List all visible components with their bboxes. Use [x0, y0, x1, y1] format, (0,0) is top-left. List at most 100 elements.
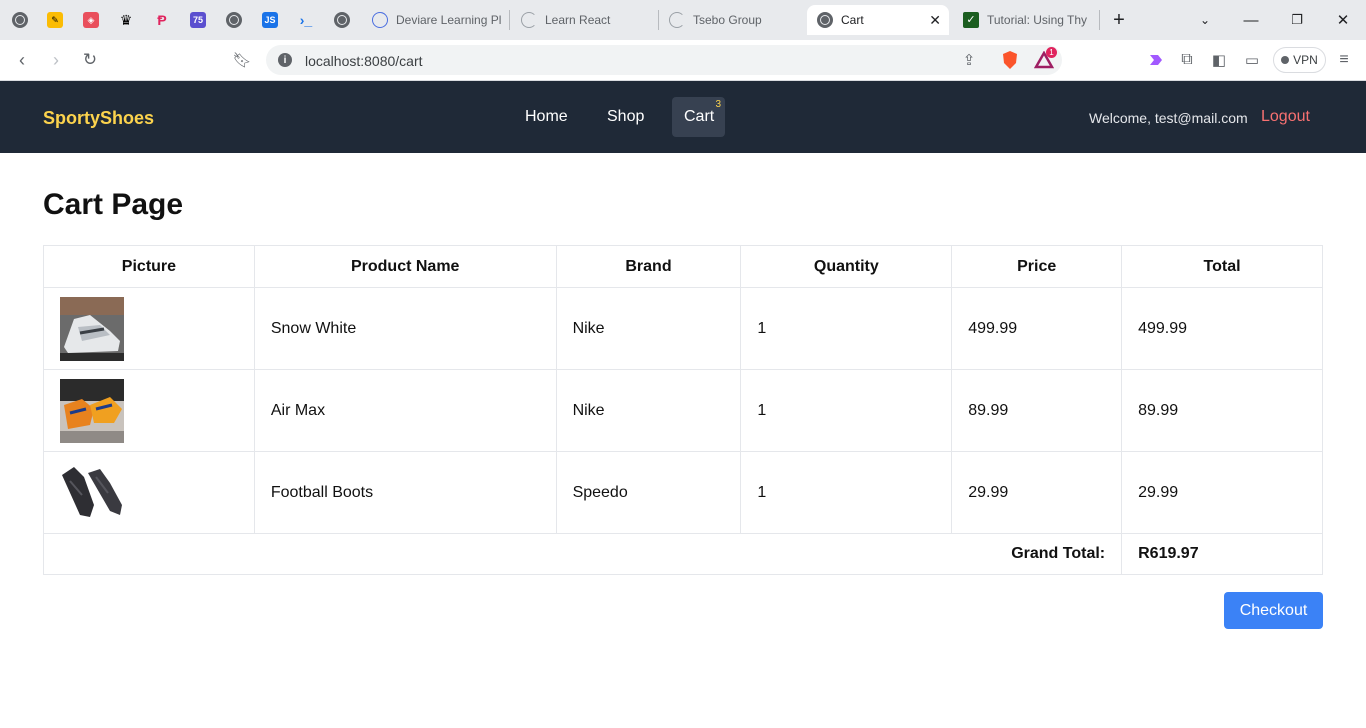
brand-cell: Nike — [555, 369, 742, 452]
table-row: Football Boots Speedo 1 29.99 29.99 — [43, 451, 1323, 534]
vpn-status-icon — [1281, 56, 1290, 64]
pinned-tab-cube[interactable]: ◈ — [77, 6, 105, 34]
brave-shield-icon[interactable] — [999, 49, 1021, 71]
brand-cell: Nike — [555, 287, 742, 370]
tab-tsebo[interactable]: Tsebo Group — [659, 5, 805, 35]
table-row: Air Max Nike 1 89.99 89.99 — [43, 369, 1323, 452]
menu-icon[interactable]: ≡ — [1332, 48, 1356, 72]
pinned-tab-calendar[interactable]: 75 — [184, 6, 212, 34]
rewards-badge: 1 — [1046, 47, 1057, 58]
brand-logo[interactable]: SportyShoes — [43, 108, 154, 129]
total-cell: 29.99 — [1121, 451, 1323, 534]
pinned-tab-globe-3[interactable] — [328, 6, 356, 34]
picture-cell — [43, 451, 255, 534]
wallet-icon[interactable]: ▭ — [1240, 48, 1264, 72]
column-header-brand: Brand — [555, 245, 742, 288]
calendar-icon: 75 — [190, 12, 206, 28]
bookmark-icon[interactable]: 🔖︎ — [230, 48, 254, 72]
address-bar[interactable]: i localhost:8080/cart ⇪ 1 — [266, 45, 1062, 75]
product-name-cell: Football Boots — [253, 451, 557, 534]
pencil-icon: ✎ — [47, 12, 63, 28]
pinned-tab-globe-2[interactable] — [220, 6, 248, 34]
welcome-text: Welcome, test@mail.com — [1089, 110, 1248, 126]
quantity-cell: 1 — [740, 287, 953, 370]
price-cell: 89.99 — [951, 369, 1123, 452]
total-cell: 499.99 — [1121, 287, 1323, 370]
cube-icon: ◈ — [83, 12, 99, 28]
checkout-button[interactable]: Checkout — [1224, 592, 1323, 629]
table-row: Snow White Nike 1 499.99 499.99 — [43, 287, 1323, 370]
loading-icon — [521, 12, 537, 28]
quantity-cell: 1 — [740, 369, 953, 452]
column-header-total: Total — [1121, 245, 1323, 288]
nav-home-link[interactable]: Home — [513, 97, 580, 137]
globe-icon — [334, 12, 350, 28]
back-arrow-icon[interactable]: ‹ — [10, 48, 34, 72]
close-window-icon[interactable]: ✕ — [1328, 8, 1358, 32]
quantity-cell: 1 — [740, 451, 953, 534]
check-square-icon: ✓ — [963, 12, 979, 28]
pinned-tab-pencil[interactable]: ✎ — [41, 6, 69, 34]
logout-link[interactable]: Logout — [1261, 108, 1310, 126]
vpn-button[interactable]: VPN — [1273, 47, 1326, 73]
globe-icon — [226, 12, 242, 28]
product-image-black-boots — [60, 460, 124, 525]
cart-table: Picture Product Name Brand Quantity Pric… — [42, 245, 1323, 575]
globe-icon — [12, 12, 28, 28]
product-name-cell: Snow White — [253, 287, 557, 370]
product-name-cell: Air Max — [253, 369, 557, 452]
site-navbar: SportyShoes Home Shop Cart 3 Welcome, te… — [0, 81, 1366, 153]
column-header-quantity: Quantity — [740, 245, 953, 288]
nav-cart-label: Cart — [684, 108, 715, 125]
pinned-tab-crown[interactable]: ♛ — [112, 6, 140, 34]
browser-toolbar: ‹ › ↻ 🔖︎ i localhost:8080/cart ⇪ 1 ⧉ ◧ ▭… — [0, 40, 1366, 81]
share-icon[interactable]: ⇪ — [958, 49, 980, 71]
crown-icon: ♛ — [119, 11, 133, 28]
page-title: Cart Page — [43, 188, 184, 221]
column-header-product-name: Product Name — [253, 245, 557, 288]
cart-count-badge: 3 — [715, 99, 721, 110]
pinned-tab-terminal[interactable]: ›_ — [292, 6, 320, 34]
url-text[interactable]: localhost:8080/cart — [305, 53, 423, 69]
extensions-icon[interactable]: ⧉ — [1175, 48, 1199, 72]
tab-cart[interactable]: Cart ✕ — [807, 5, 949, 35]
tab-search-chevron-icon[interactable]: ⌄ — [1190, 8, 1220, 32]
terminal-prompt-icon: ›_ — [299, 12, 313, 28]
tab-deviare[interactable]: Deviare Learning Pl — [362, 5, 508, 35]
total-cell: 89.99 — [1121, 369, 1323, 452]
pinned-tab-globe[interactable] — [6, 6, 34, 34]
column-header-price: Price — [951, 245, 1123, 288]
site-info-icon[interactable]: i — [278, 53, 292, 67]
globe-icon — [817, 12, 833, 28]
tab-thymeleaf[interactable]: ✓ Tutorial: Using Thy — [953, 5, 1098, 35]
price-cell: 29.99 — [951, 451, 1123, 534]
new-tab-plus-icon[interactable]: + — [1104, 8, 1134, 32]
loading-icon — [669, 12, 685, 28]
pinned-tab-js[interactable]: JS — [256, 6, 284, 34]
leo-ai-icon[interactable] — [1144, 48, 1168, 72]
circle-s-icon — [372, 12, 388, 28]
tab-learn-react[interactable]: Learn React — [511, 5, 657, 35]
js-icon: JS — [262, 12, 278, 28]
minimize-icon[interactable]: — — [1236, 8, 1266, 32]
sidebar-icon[interactable]: ◧ — [1207, 48, 1231, 72]
p-logo-icon: Ᵽ — [157, 12, 167, 28]
brand-cell: Speedo — [555, 451, 742, 534]
picture-cell — [43, 369, 255, 452]
browser-tab-strip: ✎ ◈ ♛ Ᵽ 75 JS ›_ Deviare Learning Pl Lea… — [0, 0, 1366, 40]
nav-shop-link[interactable]: Shop — [595, 97, 656, 137]
product-image-orange-sneaker — [60, 378, 124, 443]
pinned-tab-p[interactable]: Ᵽ — [148, 6, 176, 34]
forward-arrow-icon[interactable]: › — [44, 48, 68, 72]
close-tab-icon[interactable]: ✕ — [929, 12, 941, 29]
product-image-white-sneaker — [60, 296, 124, 361]
grand-total-label: Grand Total: — [42, 533, 1123, 575]
picture-cell — [43, 287, 255, 370]
column-header-picture: Picture — [43, 245, 255, 288]
reload-icon[interactable]: ↻ — [78, 48, 102, 72]
table-header-row: Picture Product Name Brand Quantity Pric… — [43, 245, 1323, 288]
nav-cart-link[interactable]: Cart 3 — [672, 97, 725, 137]
restore-icon[interactable]: ❐ — [1282, 8, 1312, 32]
grand-total-value: R619.97 — [1121, 533, 1323, 575]
price-cell: 499.99 — [951, 287, 1123, 370]
